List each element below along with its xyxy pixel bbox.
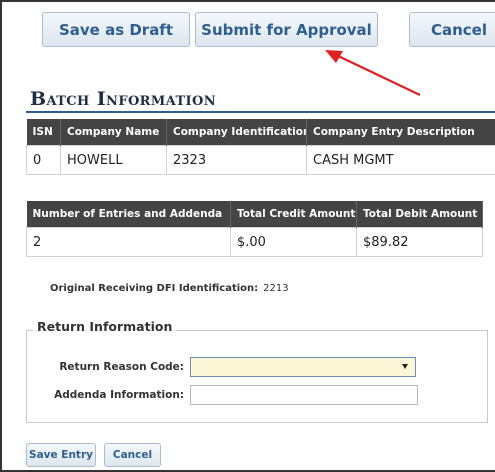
company-name-cell: HOWELL [60,145,167,175]
caret-down-icon [402,364,408,369]
batch-table: ISN Company Name Company Identification … [26,119,495,175]
submit-for-approval-button[interactable]: Submit for Approval [195,12,378,47]
column-header: Company Identification [166,119,307,146]
addenda-information-label: Addenda Information: [54,389,184,401]
isn-cell: 0 [26,145,61,175]
table-row: 2 $.00 $89.82 [26,227,483,257]
dfi-value: 2213 [263,283,289,294]
total-debit-cell: $89.82 [356,227,483,257]
column-header: Number of Entries and Addenda [26,201,231,228]
return-reason-label: Return Reason Code: [59,361,184,373]
section-divider [26,111,495,113]
footer-cancel-button[interactable]: Cancel [104,443,161,467]
save-entry-button[interactable]: Save Entry [26,443,96,467]
dfi-identification-row: Original Receiving DFI Identification: 22… [50,283,289,294]
table-header-row: Number of Entries and Addenda Total Cred… [26,201,483,228]
column-header: Company Name [60,119,167,146]
column-header: Total Credit Amount [230,201,357,228]
section-title: Batch Information [30,88,217,110]
addenda-information-input[interactable] [190,385,418,405]
table-row: 0 HOWELL 2323 CASH MGMT [26,145,495,175]
column-header: Company Entry Description [306,119,495,146]
cancel-button[interactable]: Cancel [409,12,495,47]
entry-description-cell: CASH MGMT [306,145,495,175]
company-id-cell: 2323 [166,145,307,175]
dfi-label: Original Receiving DFI Identification: [50,283,259,294]
entries-count-cell: 2 [26,227,231,257]
totals-table: Number of Entries and Addenda Total Cred… [26,201,483,257]
fieldset-legend: Return Information [33,319,177,334]
return-reason-select[interactable] [190,357,416,377]
column-header: Total Debit Amount [356,201,483,228]
table-header-row: ISN Company Name Company Identification … [26,119,495,146]
total-credit-cell: $.00 [230,227,357,257]
save-as-draft-button[interactable]: Save as Draft [42,12,190,47]
annotation-arrow-icon [325,50,421,96]
column-header: ISN [26,119,61,146]
